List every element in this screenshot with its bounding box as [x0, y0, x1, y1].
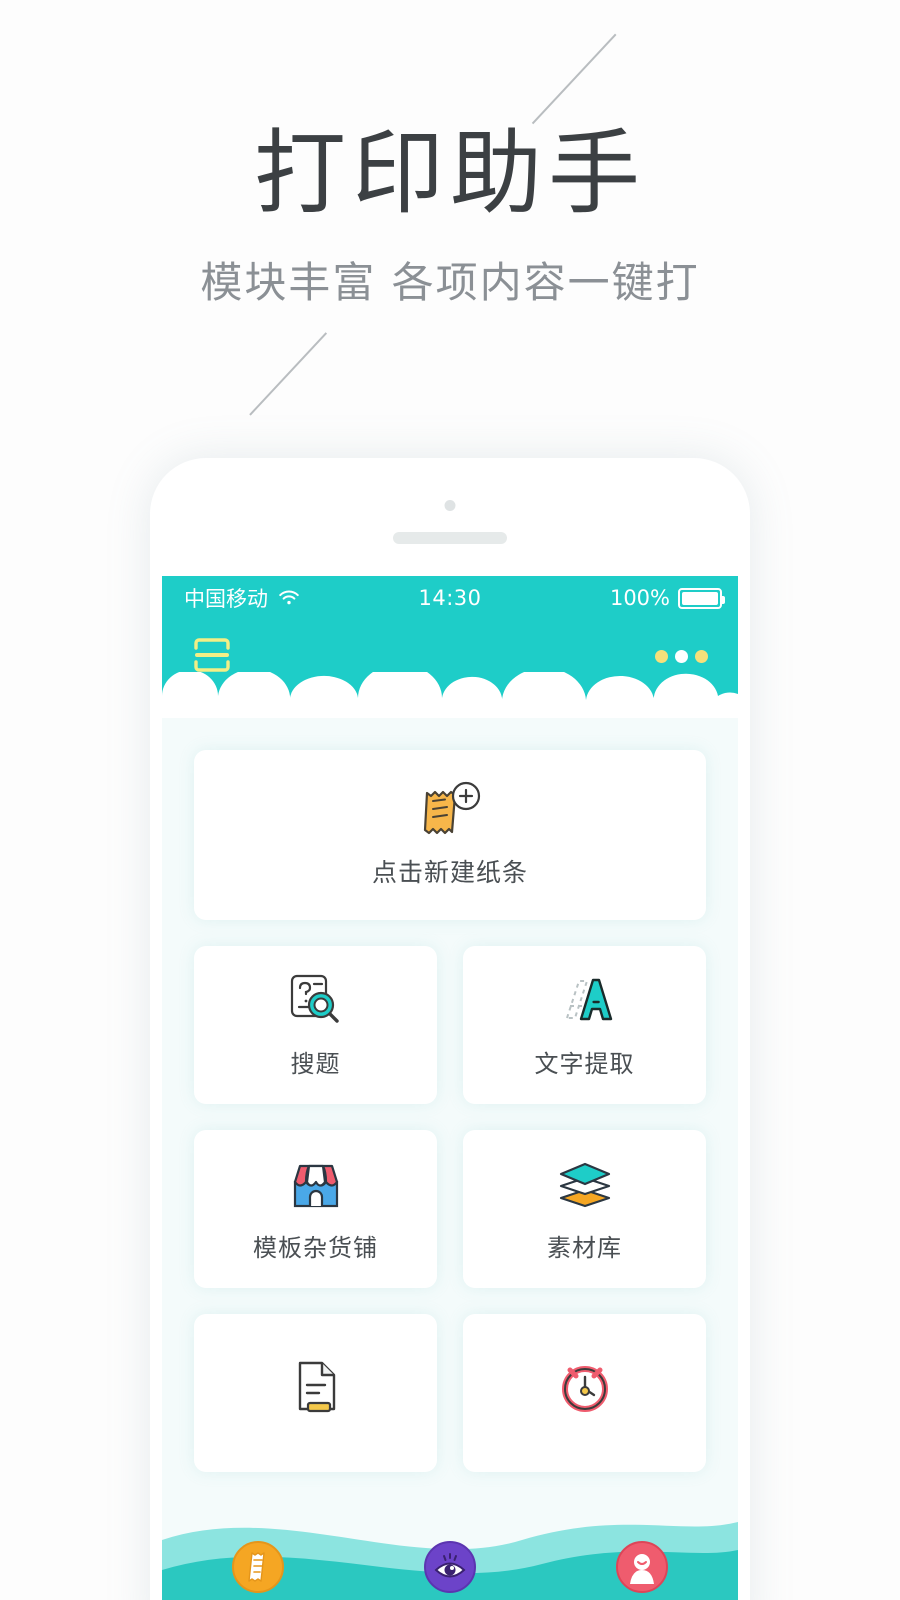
grid-card-label: 素材库: [547, 1234, 622, 1262]
new-note-card[interactable]: 点击新建纸条: [194, 750, 706, 920]
grid-card-document[interactable]: [194, 1314, 437, 1472]
material-library-icon: [555, 1155, 615, 1213]
search-question-icon: [286, 971, 346, 1029]
new-note-icon: [413, 781, 487, 839]
decorative-diagonal-line-top: [531, 33, 617, 124]
app-screen: 中国移动 14:30 100% 点击新建纸条 搜题 文字提取 模板杂货铺 素材库: [162, 576, 738, 1600]
grid-card-text-extract[interactable]: 文字提取: [463, 946, 706, 1104]
battery-percent-label: 100%: [609, 586, 670, 610]
tab-print[interactable]: 打印: [162, 1540, 354, 1600]
document-icon: [286, 1357, 346, 1415]
app-content: 点击新建纸条 搜题 文字提取 模板杂货铺 素材库: [162, 708, 738, 1600]
tab-profile[interactable]: 我的: [546, 1540, 738, 1600]
bottom-tabbar: 打印 发现: [162, 1520, 738, 1600]
profile-person-icon: [616, 1541, 668, 1593]
tab-discover[interactable]: 发现: [354, 1540, 546, 1600]
status-bar: 中国移动 14:30 100%: [162, 576, 738, 620]
discover-eye-icon: [424, 1541, 476, 1593]
grid-card-material-library[interactable]: 素材库: [463, 1130, 706, 1288]
alarm-clock-icon: [555, 1357, 615, 1415]
grid-card-label: 文字提取: [534, 1050, 635, 1078]
print-tab-icon: [232, 1541, 284, 1593]
page-title: 打印助手: [253, 120, 646, 227]
promo-header: 打印助手 模块丰富 各项内容一键打: [0, 0, 900, 440]
battery-full-icon: [678, 587, 725, 609]
new-note-label: 点击新建纸条: [371, 858, 528, 887]
phone-speaker-slot: [393, 532, 507, 544]
grid-card-template-shop[interactable]: 模板杂货铺: [194, 1130, 437, 1288]
grid-card-alarm-clock[interactable]: [463, 1314, 706, 1472]
scan-icon[interactable]: [190, 634, 234, 676]
more-dots-icon[interactable]: [655, 650, 708, 663]
phone-mockup: 中国移动 14:30 100% 点击新建纸条 搜题 文字提取 模板杂货铺 素材库: [150, 458, 750, 1600]
app-header: 中国移动 14:30 100%: [162, 576, 738, 718]
status-bar-right: 100%: [609, 586, 725, 610]
template-shop-icon: [286, 1155, 346, 1213]
grid-card-label: 搜题: [290, 1050, 341, 1078]
phone-camera-dot: [444, 500, 456, 511]
grid-card-search-question[interactable]: 搜题: [194, 946, 437, 1104]
page-subtitle: 模块丰富 各项内容一键打: [200, 258, 700, 307]
promo-page: 打印助手 模块丰富 各项内容一键打 中国移动 14:30 100% 点击新建纸条…: [0, 0, 900, 1600]
grid-card-label: 模板杂货铺: [253, 1234, 378, 1262]
decorative-diagonal-line-bottom: [249, 332, 327, 416]
text-extract-icon: [555, 971, 615, 1029]
